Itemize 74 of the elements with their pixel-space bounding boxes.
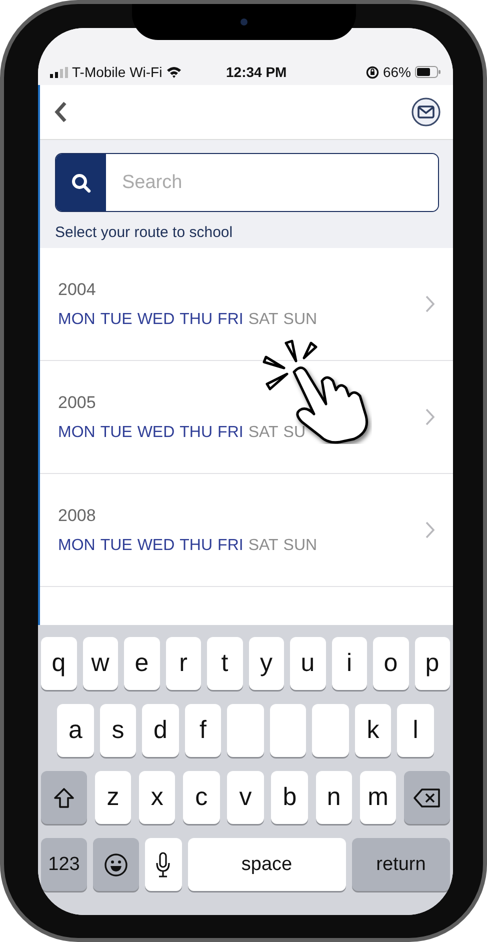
- weekday-label: SU: [283, 424, 306, 442]
- mail-icon[interactable]: [411, 97, 441, 127]
- key[interactable]: b: [271, 771, 308, 824]
- key[interactable]: x: [138, 771, 176, 824]
- key[interactable]: l: [397, 704, 434, 757]
- weekday-label: WED: [137, 424, 175, 442]
- weekday-label: MON: [58, 310, 96, 328]
- weekday-label: WED: [137, 310, 175, 328]
- shift-key[interactable]: [41, 771, 87, 824]
- key[interactable]: y: [248, 637, 284, 690]
- weekday-label: SUN: [283, 310, 318, 328]
- chevron-right-icon: [425, 408, 435, 426]
- search-field[interactable]: Search: [55, 153, 439, 212]
- weekday-label: THU: [180, 536, 213, 554]
- backspace-icon: [413, 788, 441, 808]
- weekday-label: TUE: [100, 536, 132, 554]
- shift-icon: [53, 786, 75, 808]
- key[interactable]: e: [124, 637, 160, 690]
- weekday-label: FRI: [218, 424, 244, 442]
- key[interactable]: z: [94, 771, 132, 824]
- key[interactable]: r: [166, 637, 201, 690]
- section-label: Select your route to school: [55, 224, 234, 241]
- key[interactable]: u: [290, 637, 326, 690]
- weekday-label: TUE: [100, 310, 132, 328]
- orientation-lock-icon: [366, 66, 379, 78]
- weekday-label: FRI: [218, 536, 244, 554]
- battery-percent: 66%: [382, 64, 411, 80]
- emoji-icon: [104, 852, 128, 876]
- numbers-key[interactable]: 123: [41, 838, 87, 891]
- key[interactable]: v: [227, 771, 264, 824]
- key[interactable]: t: [207, 637, 242, 690]
- weekday-label: THU: [180, 424, 213, 442]
- microphone-icon: [155, 852, 172, 878]
- status-time: 12:34 PM: [226, 64, 287, 80]
- chevron-right-icon: [425, 521, 435, 539]
- key[interactable]: i: [332, 637, 367, 690]
- back-icon[interactable]: [54, 101, 68, 123]
- dictation-key[interactable]: [145, 838, 182, 891]
- weekday-label: SAT: [248, 310, 278, 328]
- battery-icon: [415, 66, 441, 78]
- chevron-right-icon: [425, 295, 435, 313]
- signal-icon: [50, 66, 68, 78]
- weekday-label: TUE: [100, 424, 132, 442]
- key[interactable]: f: [184, 704, 222, 757]
- camera-icon: [240, 18, 248, 26]
- return-key[interactable]: return: [352, 838, 450, 891]
- key[interactable]: q: [41, 637, 76, 690]
- wifi-icon: [166, 66, 182, 78]
- key[interactable]: m: [360, 771, 396, 824]
- key[interactable]: k: [354, 704, 392, 757]
- key[interactable]: c: [183, 771, 220, 824]
- key[interactable]: w: [82, 637, 118, 690]
- weekday-label: THU: [180, 310, 213, 328]
- key[interactable]: a: [57, 704, 94, 757]
- space-key[interactable]: space: [188, 838, 346, 891]
- weekday-label: MON: [58, 536, 96, 554]
- route-number: 2008: [58, 506, 97, 526]
- weekday-label: SUN: [283, 536, 318, 554]
- route-number: 2004: [58, 280, 97, 300]
- key[interactable]: n: [316, 771, 352, 824]
- weekday-label: MON: [58, 424, 96, 442]
- weekday-label: FRI: [218, 310, 244, 328]
- key[interactable]: p: [414, 637, 450, 690]
- key[interactable]: d: [142, 704, 179, 757]
- carrier-name: T-Mobile Wi-Fi: [72, 64, 162, 80]
- weekday-label: WED: [137, 536, 175, 554]
- delete-key[interactable]: [404, 771, 450, 824]
- weekday-label: SAT: [248, 424, 278, 442]
- emoji-key[interactable]: [93, 838, 139, 891]
- search-icon: [71, 172, 91, 192]
- weekday-label: SAT: [248, 536, 278, 554]
- key[interactable]: s: [100, 704, 136, 757]
- key[interactable]: o: [373, 637, 408, 690]
- route-number: 2005: [58, 392, 97, 412]
